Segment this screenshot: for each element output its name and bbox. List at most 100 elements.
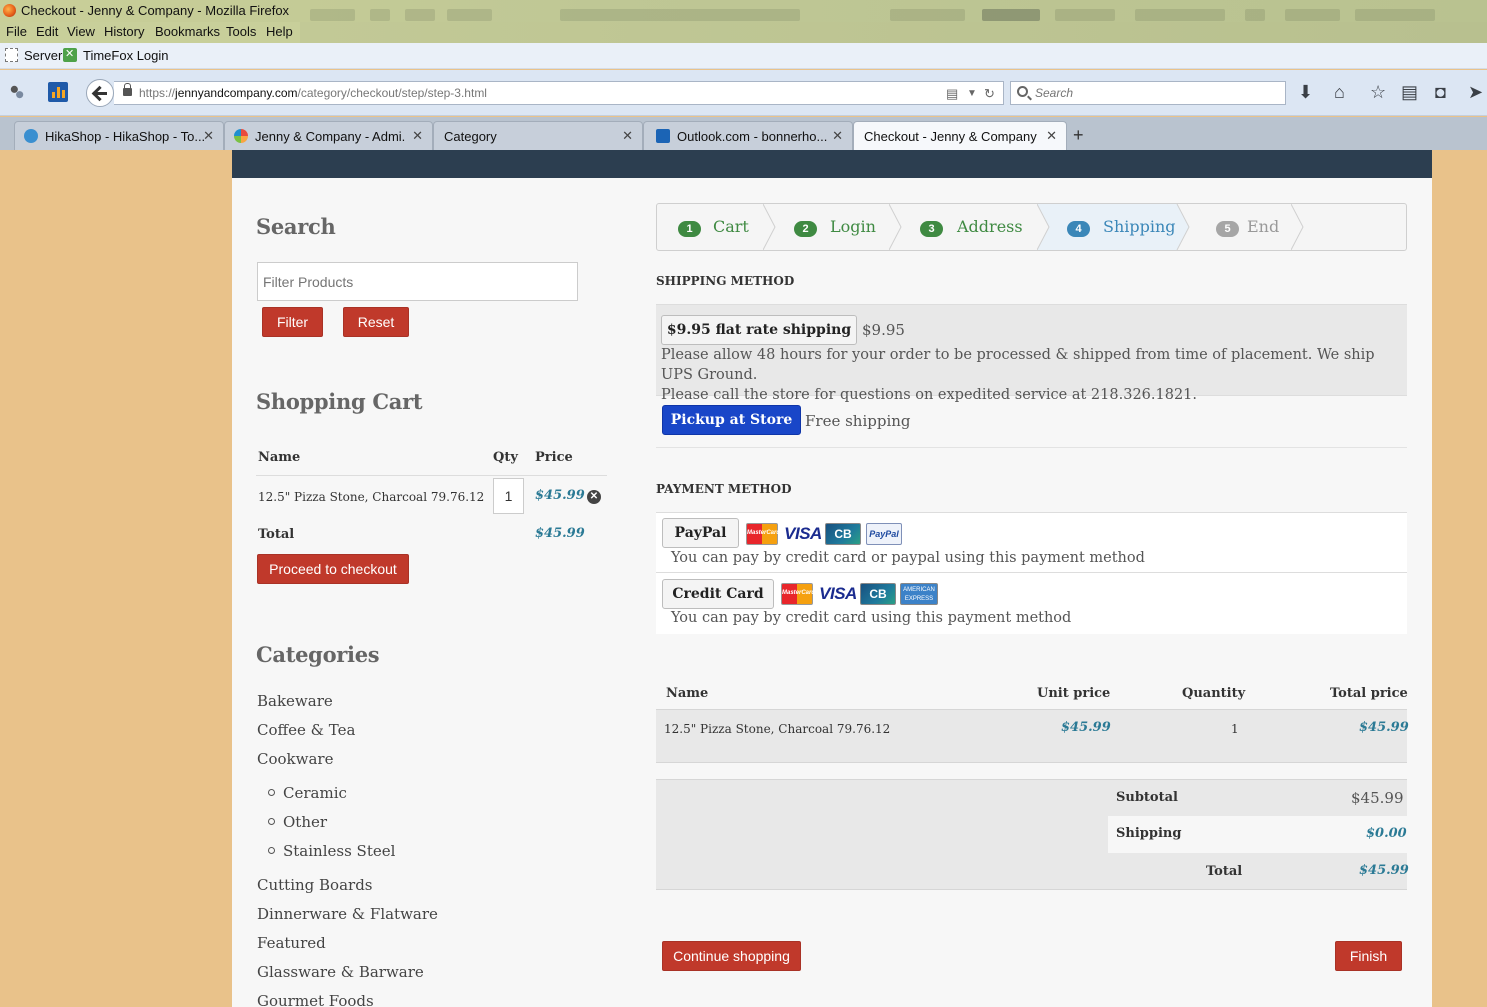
url-bar[interactable]: https://jennyandcompany.com/category/che… (114, 81, 1004, 105)
outlook-icon (656, 129, 670, 143)
remove-item-icon[interactable]: ✕ (587, 490, 601, 504)
menu-file[interactable]: File (6, 24, 27, 39)
background-window-ghost (447, 9, 492, 21)
category-link-coffee-tea[interactable]: Coffee & Tea (257, 721, 355, 739)
credit-card-button[interactable]: Credit Card (662, 579, 774, 609)
home-icon[interactable]: ⌂ (1334, 82, 1345, 103)
continue-shopping-button[interactable]: Continue shopping (662, 941, 801, 971)
order-col-name: Name (666, 686, 709, 701)
category-link-featured[interactable]: Featured (257, 934, 326, 952)
tab-outlook[interactable]: Outlook.com - bonnerho... ✕ (643, 121, 853, 150)
pickup-price: Free shipping (805, 412, 911, 430)
menu-view[interactable]: View (67, 24, 95, 39)
category-link-bakeware[interactable]: Bakeware (257, 692, 333, 710)
close-icon[interactable]: ✕ (412, 128, 423, 144)
paypal-button[interactable]: PayPal (662, 518, 739, 548)
subtotal-label: Subtotal (1116, 790, 1178, 805)
total-row: Total $45.99 (656, 853, 1409, 890)
filter-products-input[interactable] (258, 263, 577, 300)
download-icon[interactable]: ⬇ (1298, 82, 1313, 103)
order-item-total: $45.99 (1359, 720, 1409, 735)
categories-title: Categories (256, 642, 380, 667)
menu-history[interactable]: History (104, 24, 144, 39)
step-separator (1291, 204, 1304, 250)
step-end[interactable]: 5 End (1191, 204, 1311, 250)
background-window-ghost (560, 9, 800, 21)
bookmark-server[interactable]: Server (24, 48, 62, 63)
finish-button[interactable]: Finish (1335, 941, 1402, 971)
flat-rate-shipping-button[interactable]: $9.95 flat rate shipping (661, 315, 857, 345)
category-link-glassware[interactable]: Glassware & Barware (257, 963, 424, 981)
background-window-ghost (890, 9, 965, 21)
step-address[interactable]: 3 Address (891, 204, 1037, 250)
checkout-steps: 1 Cart 2 Login 3 Address 4 Shipping 5 En… (656, 203, 1407, 251)
bookmarks-toolbar: Server TimeFox Login (0, 43, 1487, 69)
new-tab-icon[interactable]: + (1073, 125, 1084, 146)
step-cart[interactable]: 1 Cart (657, 204, 776, 250)
payment-option-paypal: PayPal MasterCard VISA CB PayPal You can… (656, 512, 1407, 573)
close-icon[interactable]: ✕ (1046, 128, 1057, 144)
filter-button[interactable]: Filter (262, 307, 323, 337)
filter-products-field[interactable] (257, 262, 578, 301)
reload-icon[interactable]: ↻ (984, 86, 995, 102)
back-button[interactable] (86, 79, 114, 107)
paypal-description: You can pay by credit card or paypal usi… (671, 550, 1145, 566)
bookmark-timefox-login[interactable]: TimeFox Login (83, 48, 169, 63)
dropdown-arrow-icon[interactable]: ▼ (967, 88, 977, 99)
send-icon[interactable]: ➤ (1468, 82, 1483, 103)
step-shipping[interactable]: 4 Shipping (1037, 204, 1189, 250)
step-login[interactable]: 2 Login (769, 204, 902, 250)
cart-col-name: Name (258, 450, 301, 465)
cart-item-name: 12.5" Pizza Stone, Charcoal 79.76.12 (258, 490, 485, 504)
menu-tools[interactable]: Tools (226, 24, 256, 39)
category-link-gourmet-foods[interactable]: Gourmet Foods (257, 992, 374, 1007)
pickup-at-store-button[interactable]: Pickup at Store (662, 405, 801, 435)
site-header-band (232, 150, 1432, 178)
close-icon[interactable]: ✕ (832, 128, 843, 144)
menu-edit[interactable]: Edit (36, 24, 58, 39)
category-link-stainless-steel[interactable]: Stainless Steel (268, 842, 395, 860)
tab-checkout[interactable]: Checkout - Jenny & Company ✕ (853, 121, 1067, 150)
category-link-cookware[interactable]: Cookware (257, 750, 333, 768)
category-link-ceramic[interactable]: Ceramic (268, 784, 347, 802)
shipping-method-title: SHIPPING METHOD (656, 274, 795, 288)
search-bar[interactable] (1010, 81, 1286, 105)
amex-logo: AMERICAN EXPRESS (900, 583, 938, 605)
flat-rate-price: $9.95 (862, 321, 905, 339)
pocket-icon[interactable]: ◘ (1435, 82, 1446, 103)
background-window-ghost (1055, 9, 1115, 21)
search-input[interactable] (1035, 85, 1275, 101)
bookmarks-menu-icon[interactable]: ▤ (1401, 82, 1418, 103)
subtotal-row: Subtotal $45.99 (656, 779, 1407, 816)
menu-bar: File Edit View History Bookmarks Tools H… (0, 22, 300, 43)
url-text: https://jennyandcompany.com/category/che… (139, 86, 487, 100)
timefox-icon (63, 47, 77, 62)
menu-bookmarks[interactable]: Bookmarks (155, 24, 220, 39)
tab-jenny-admin[interactable]: Jenny & Company - Admi... ✕ (224, 121, 433, 150)
visa-logo: VISA (784, 523, 822, 545)
order-col-total-price: Total price (1330, 686, 1408, 701)
category-link-cutting-boards[interactable]: Cutting Boards (257, 876, 373, 894)
order-col-quantity: Quantity (1182, 686, 1246, 701)
close-icon[interactable]: ✕ (622, 128, 633, 144)
reader-view-icon[interactable]: ▤ (946, 86, 958, 102)
bookmark-star-icon[interactable]: ☆ (1370, 82, 1386, 103)
divider (256, 475, 607, 476)
proceed-to-checkout-button[interactable]: Proceed to checkout (257, 554, 409, 584)
tab-strip: HikaShop - HikaShop - To... ✕ Jenny & Co… (0, 117, 1487, 150)
close-icon[interactable]: ✕ (203, 128, 214, 144)
category-link-dinnerware[interactable]: Dinnerware & Flatware (257, 905, 438, 923)
cb-card-logo: CB (825, 523, 861, 545)
tab-category[interactable]: Category ✕ (433, 121, 643, 150)
tab-hikashop[interactable]: HikaShop - HikaShop - To... ✕ (14, 121, 224, 150)
menu-help[interactable]: Help (266, 24, 293, 39)
hikashop-icon (24, 129, 38, 143)
cart-qty-input[interactable]: 1 (493, 478, 524, 514)
background-window-ghost (1135, 9, 1225, 21)
cart-total-label: Total (258, 527, 295, 542)
reset-button[interactable]: Reset (343, 307, 409, 337)
chart-addon-icon[interactable] (48, 82, 68, 102)
identity-icon[interactable] (9, 84, 25, 100)
category-link-other[interactable]: Other (268, 813, 327, 831)
order-item-quantity: 1 (1231, 722, 1239, 736)
